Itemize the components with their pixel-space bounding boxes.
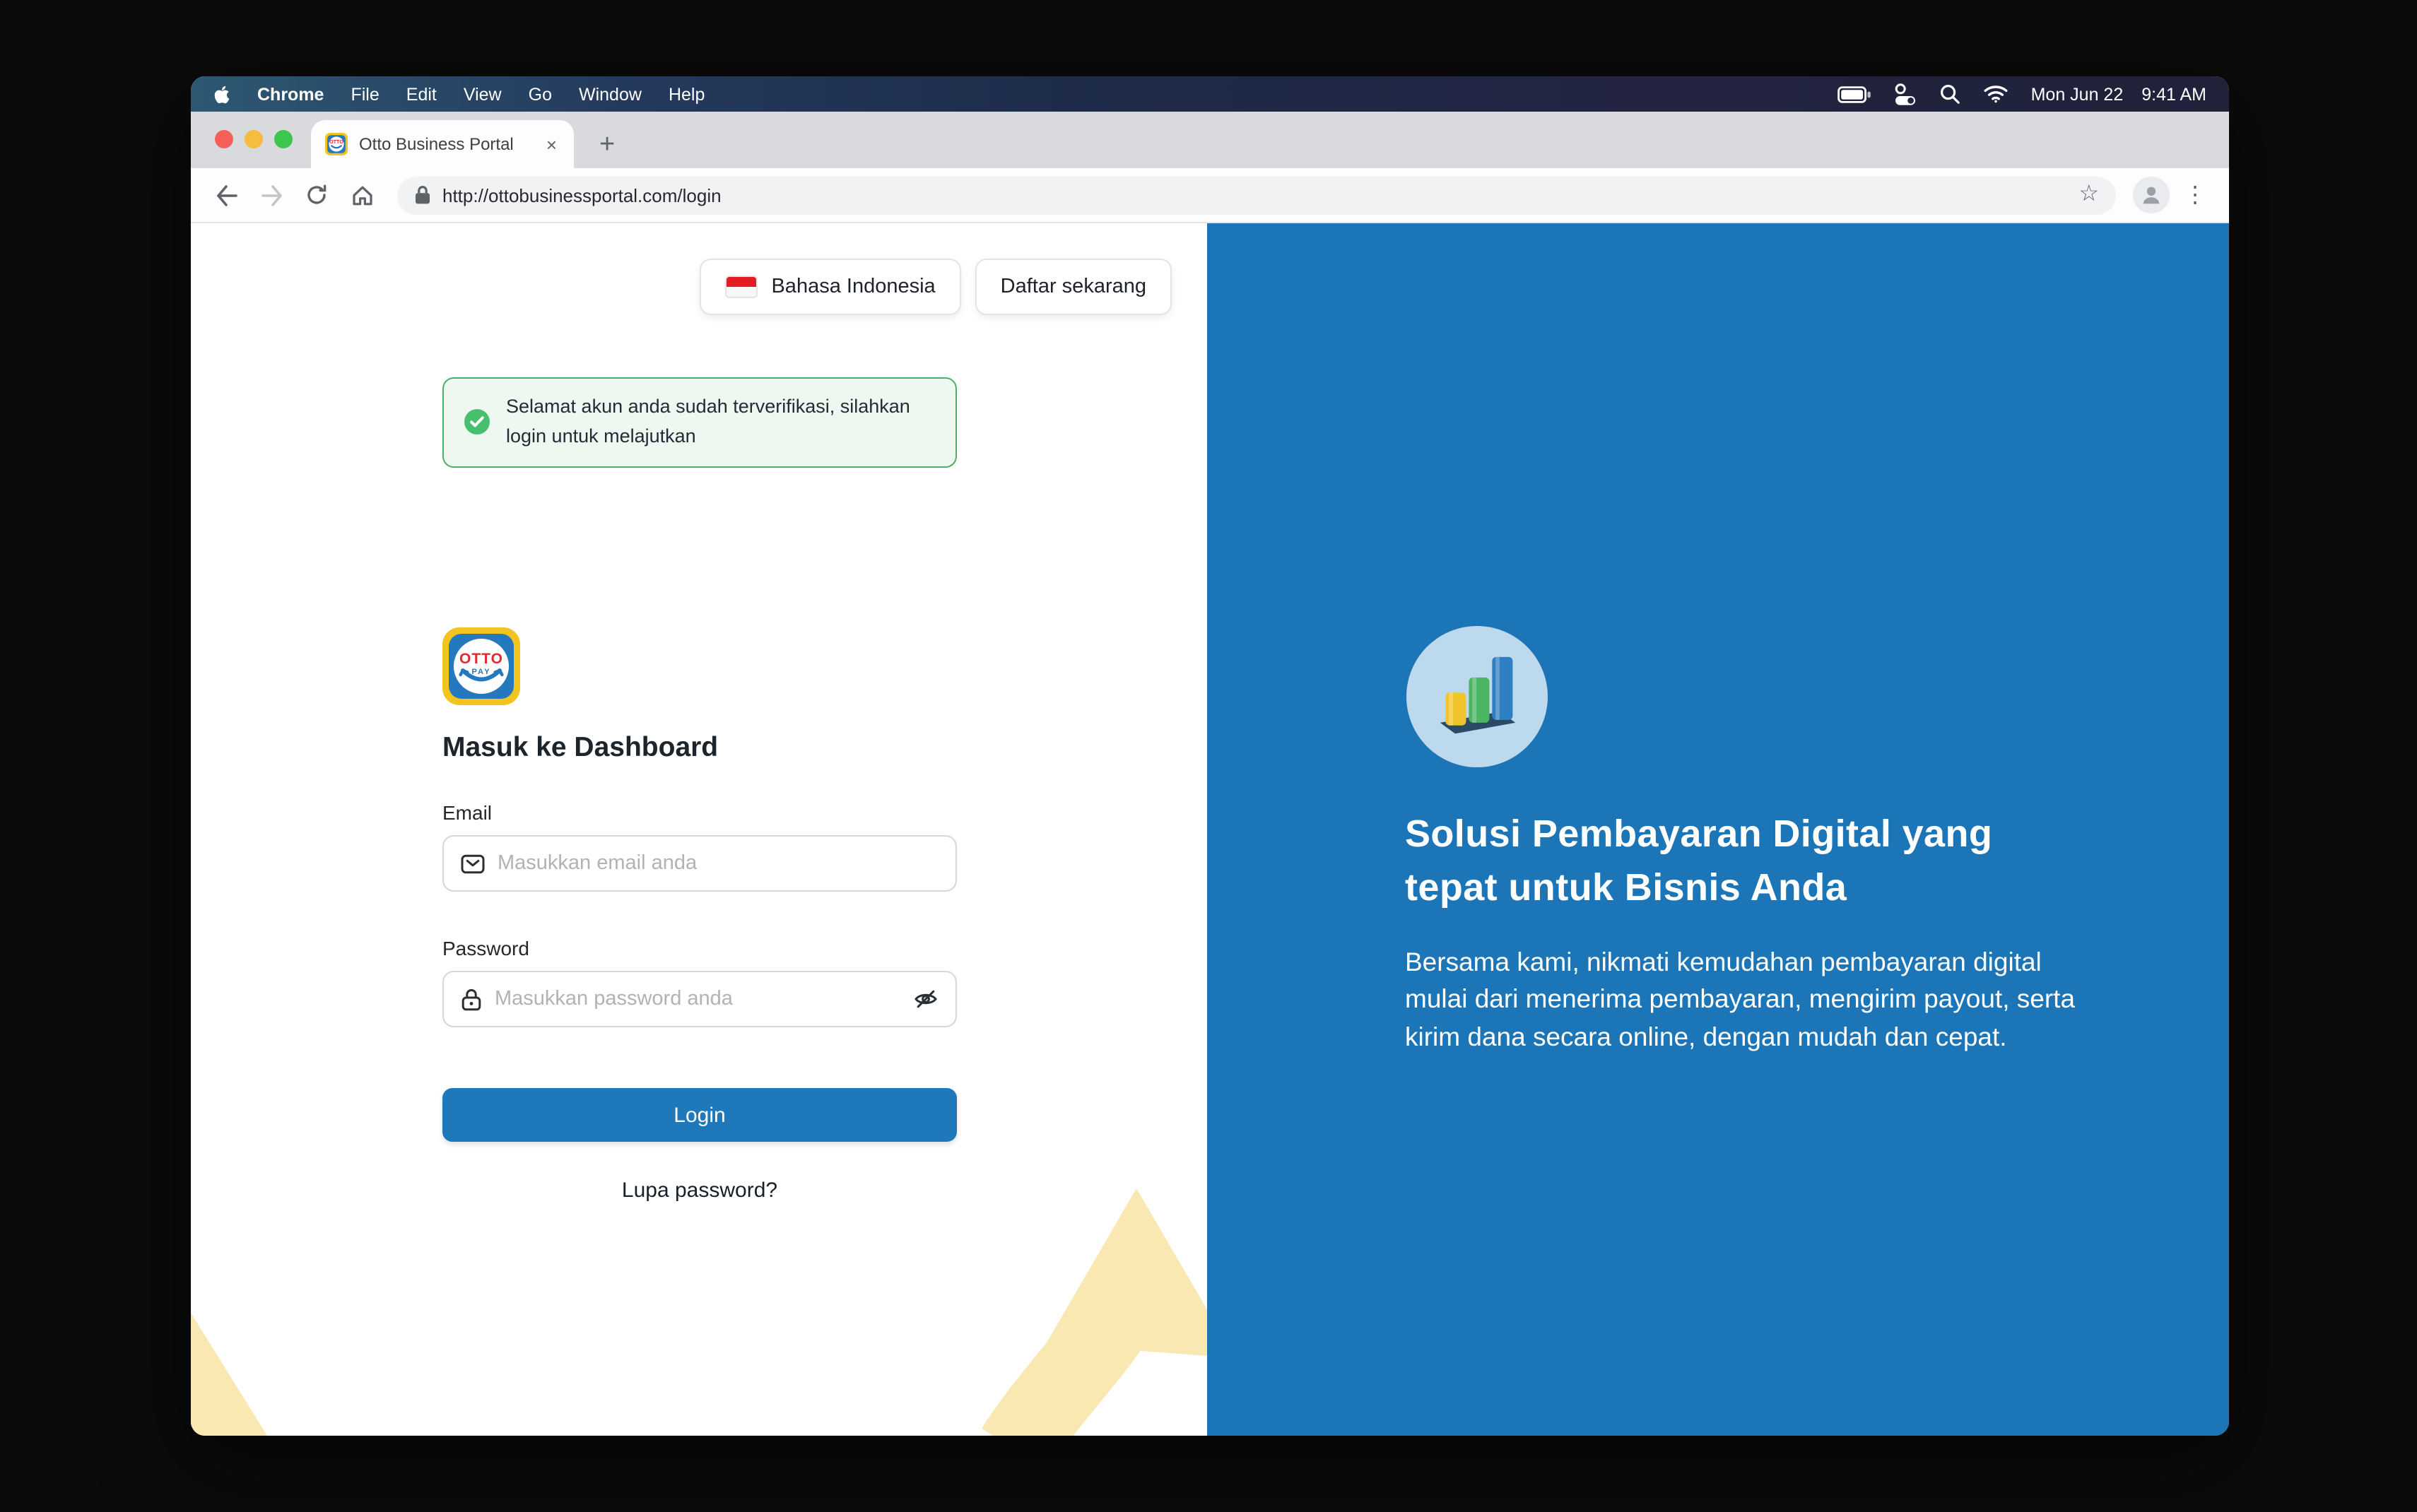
menubar-item-go[interactable]: Go: [529, 84, 552, 104]
language-button[interactable]: Bahasa Indonesia: [699, 259, 960, 315]
browser-window: Chrome File Edit View Go Window Help: [191, 76, 2229, 1436]
battery-icon[interactable]: [1837, 85, 1871, 102]
lock-icon: [461, 987, 482, 1011]
menubar-date[interactable]: Mon Jun 22: [2031, 84, 2124, 104]
forward-icon[interactable]: [253, 177, 290, 213]
ottopay-logo: OTTO PAY: [442, 627, 520, 705]
password-label: Password: [442, 937, 529, 959]
back-icon[interactable]: [208, 177, 245, 213]
padlock-icon[interactable]: [414, 185, 431, 205]
eye-off-icon[interactable]: [913, 988, 939, 1010]
language-button-label: Bahasa Indonesia: [771, 276, 935, 298]
login-panel: Bahasa Indonesia Daftar sekarang Selamat…: [191, 223, 1207, 1436]
new-tab-button[interactable]: +: [599, 131, 615, 158]
forgot-password-link[interactable]: Lupa password?: [442, 1179, 957, 1203]
reload-icon[interactable]: [298, 177, 335, 213]
hero-panel: Solusi Pembayaran Digital yang tepat unt…: [1207, 223, 2229, 1436]
wifi-icon[interactable]: [1983, 85, 2009, 103]
tab-close-icon[interactable]: ×: [543, 134, 560, 155]
address-bar[interactable]: http://ottobusinessportal.com/login ☆: [397, 176, 2116, 214]
svg-text:OTTO: OTTO: [329, 138, 343, 145]
register-button-label: Daftar sekarang: [1001, 276, 1146, 298]
indonesia-flag-icon: [724, 276, 757, 298]
check-circle-icon: [464, 409, 490, 436]
password-input[interactable]: [495, 988, 900, 1010]
tab-strip: OTTO Otto Business Portal × +: [191, 112, 2229, 168]
register-button[interactable]: Daftar sekarang: [975, 259, 1172, 315]
menubar-clock[interactable]: 9:41 AM: [2141, 84, 2206, 104]
profile-avatar-icon[interactable]: [2133, 177, 2170, 213]
menubar-item-window[interactable]: Window: [579, 84, 642, 104]
envelope-icon: [461, 853, 485, 874]
browser-menu-icon[interactable]: ⋮: [2178, 181, 2212, 209]
minimize-window-button[interactable]: [245, 130, 263, 148]
apple-icon[interactable]: [213, 84, 230, 104]
spotlight-search-icon[interactable]: [1939, 83, 1960, 105]
browser-toolbar: http://ottobusinessportal.com/login ☆ ⋮: [191, 168, 2229, 223]
menubar-item-edit[interactable]: Edit: [406, 84, 437, 104]
login-heading: Masuk ke Dashboard: [442, 732, 718, 764]
home-icon[interactable]: [343, 177, 380, 213]
macos-menubar: Chrome File Edit View Go Window Help: [191, 76, 2229, 112]
hero-body-text: Bersama kami, nikmati kemudahan pembayar…: [1405, 944, 2081, 1056]
login-button[interactable]: Login: [442, 1088, 957, 1142]
email-input[interactable]: [498, 852, 939, 875]
desktop: Chrome File Edit View Go Window Help: [0, 0, 2417, 1512]
hero-heading: Solusi Pembayaran Digital yang tepat unt…: [1405, 807, 2069, 915]
page-content: Bahasa Indonesia Daftar sekarang Selamat…: [191, 223, 2229, 1436]
menubar-app-name[interactable]: Chrome: [257, 84, 324, 104]
zoom-window-button[interactable]: [274, 130, 293, 148]
tab-favicon: OTTO: [325, 133, 348, 155]
yellow-arrow-decoration: [191, 1132, 1207, 1436]
success-alert: Selamat akun anda sudah terverifikasi, s…: [442, 377, 957, 468]
svg-text:PAY: PAY: [471, 668, 490, 676]
menubar-item-help[interactable]: Help: [669, 84, 705, 104]
svg-text:OTTO: OTTO: [459, 651, 503, 667]
password-field[interactable]: [442, 971, 957, 1027]
close-window-button[interactable]: [215, 130, 233, 148]
menubar-item-view[interactable]: View: [464, 84, 502, 104]
menubar-item-file[interactable]: File: [351, 84, 379, 104]
bar-chart-illustration: [1406, 626, 1548, 767]
browser-tab[interactable]: OTTO Otto Business Portal ×: [311, 120, 574, 168]
tab-title: Otto Business Portal: [359, 134, 532, 154]
control-center-icon[interactable]: [1894, 83, 1917, 105]
email-field[interactable]: [442, 835, 957, 892]
bookmark-star-icon[interactable]: ☆: [2078, 184, 2099, 206]
url-text[interactable]: http://ottobusinessportal.com/login: [442, 184, 2067, 206]
email-label: Email: [442, 801, 492, 824]
success-alert-text: Selamat akun anda sudah terverifikasi, s…: [506, 393, 936, 452]
